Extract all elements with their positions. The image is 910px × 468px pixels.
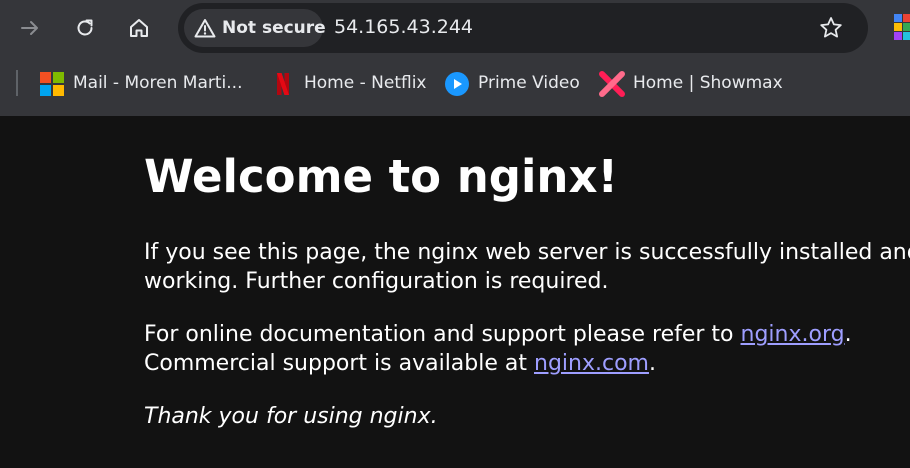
browser-chrome: Not secure 54.165.43.244 Mail - Moren Ma… <box>0 0 910 116</box>
support-punct-2: . <box>648 351 656 376</box>
support-punct-1: . <box>844 322 852 347</box>
prime-video-icon <box>445 72 469 96</box>
address-bar[interactable]: Not secure 54.165.43.244 <box>178 3 868 53</box>
bookmark-label: Home | Showmax <box>633 73 783 93</box>
bookmark-star-icon[interactable] <box>818 15 844 41</box>
extension-icon[interactable] <box>894 14 910 42</box>
extension-logo-icon <box>894 14 910 40</box>
support-text-2: Commercial support is available at <box>144 351 534 376</box>
showmax-icon <box>599 71 625 97</box>
home-icon <box>130 19 148 37</box>
reload-icon <box>77 19 93 36</box>
intro-line-1: If you see this page, the nginx web serv… <box>144 240 910 265</box>
bookmark-netflix[interactable]: Home - Netflix <box>270 68 430 100</box>
home-button[interactable] <box>121 10 157 46</box>
bookmark-prime-video[interactable]: Prime Video <box>444 68 584 100</box>
site-info-chip[interactable]: Not secure <box>184 9 326 47</box>
url-text[interactable]: 54.165.43.244 <box>334 16 473 38</box>
microsoft-icon <box>40 72 64 96</box>
warning-icon <box>194 19 216 38</box>
reload-button[interactable] <box>67 10 103 46</box>
nginx-com-link[interactable]: nginx.com <box>534 351 649 376</box>
bookmark-label: Mail - Moren Marti... <box>73 73 243 93</box>
bookmark-showmax[interactable]: Home | Showmax <box>599 68 783 100</box>
page-title: Welcome to nginx! <box>144 150 618 203</box>
page-content: Welcome to nginx! If you see this page, … <box>0 116 910 468</box>
arrow-right-icon <box>21 21 38 35</box>
bookmarks-bar: Mail - Moren Marti... Home - Netflix Pri… <box>0 56 910 112</box>
support-paragraph: For online documentation and support ple… <box>144 320 852 378</box>
browser-toolbar: Not secure 54.165.43.244 <box>0 0 910 56</box>
nginx-org-link[interactable]: nginx.org <box>741 322 845 347</box>
intro-line-2: working. Further configuration is requir… <box>144 269 609 294</box>
support-text-1: For online documentation and support ple… <box>144 322 741 347</box>
thank-you-text: Thank you for using nginx. <box>144 404 438 429</box>
not-secure-label: Not secure <box>222 18 326 38</box>
forward-button[interactable] <box>12 10 48 46</box>
bookmark-label: Prime Video <box>478 73 580 93</box>
bookmark-mail[interactable]: Mail - Moren Marti... <box>39 68 244 100</box>
bookmark-label: Home - Netflix <box>304 73 427 93</box>
intro-paragraph: If you see this page, the nginx web serv… <box>144 238 910 296</box>
bookmarks-separator <box>16 70 18 96</box>
netflix-icon <box>277 73 289 95</box>
